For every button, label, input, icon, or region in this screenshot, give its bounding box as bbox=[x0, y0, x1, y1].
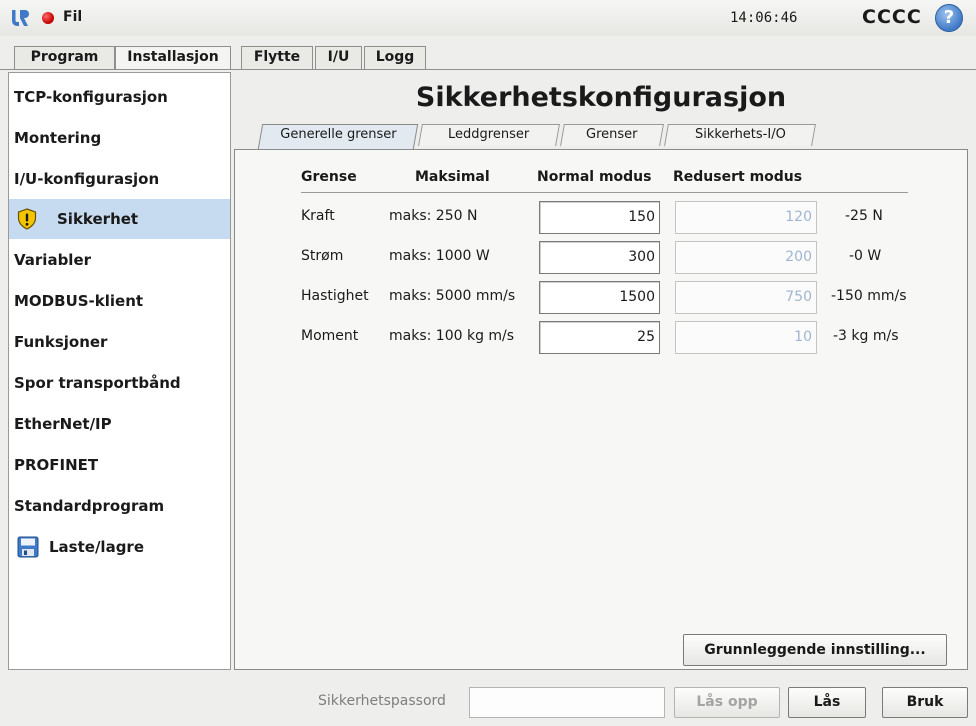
tab-label: Grenser bbox=[586, 127, 638, 142]
power-reduced-input[interactable]: 200 bbox=[675, 241, 817, 274]
force-reduced-input[interactable]: 120 bbox=[675, 201, 817, 234]
power-delta: -0 W bbox=[849, 248, 882, 264]
sidebar-item-label: Variabler bbox=[14, 251, 92, 269]
column-header-normal: Normal modus bbox=[537, 169, 652, 185]
sidebar-item-label: Spor transportbånd bbox=[14, 374, 181, 392]
column-header-reduced: Redusert modus bbox=[673, 169, 803, 185]
tab-leddgrenser[interactable]: Leddgrenser bbox=[418, 124, 560, 146]
file-menu[interactable]: Fil bbox=[63, 9, 82, 25]
robot-name: CCCC bbox=[862, 6, 922, 28]
momentum-reduced-input[interactable]: 10 bbox=[675, 321, 817, 354]
power-normal-input[interactable]: 300 bbox=[539, 241, 660, 274]
sidebar-item-laste-lagre[interactable]: Laste/lagre bbox=[9, 527, 230, 567]
sidebar-item-ethernet-ip[interactable]: EtherNet/IP bbox=[9, 404, 230, 444]
sidebar-item-label: I/U-konfigurasjon bbox=[14, 170, 160, 188]
ur-logo-icon bbox=[12, 10, 29, 26]
sub-tabs: Generelle grenser Leddgrenser Grenser Si… bbox=[234, 124, 968, 149]
column-header-limit: Grense bbox=[301, 169, 357, 185]
tab-label: Generelle grenser bbox=[280, 127, 397, 142]
tab-label: Sikkerhets-I/O bbox=[694, 127, 786, 142]
speed-reduced-input[interactable]: 750 bbox=[675, 281, 817, 314]
force-delta: -25 N bbox=[845, 208, 883, 224]
sidebar-item-label: EtherNet/IP bbox=[14, 415, 112, 433]
row-name-power: Strøm bbox=[301, 248, 344, 264]
tab-program[interactable]: Program bbox=[14, 46, 115, 69]
sidebar-item-standardprogram[interactable]: Standardprogram bbox=[9, 486, 230, 526]
sidebar-item-label: Montering bbox=[14, 129, 102, 147]
top-bar: Fil 14:06:46 CCCC ? bbox=[0, 0, 976, 36]
apply-button[interactable]: Bruk bbox=[882, 687, 968, 718]
tab-label: Leddgrenser bbox=[448, 127, 530, 142]
unlock-button[interactable]: Lås opp bbox=[674, 687, 780, 718]
lock-button[interactable]: Lås bbox=[788, 687, 866, 718]
row-max-speed: maks: 5000 mm/s bbox=[389, 288, 516, 304]
sidebar: TCP-konfigurasjon Montering I/U-konfigur… bbox=[8, 72, 231, 670]
sidebar-item-label: Standardprogram bbox=[14, 497, 165, 515]
row-name-force: Kraft bbox=[301, 208, 335, 224]
sidebar-item-label: TCP-konfigurasjon bbox=[14, 88, 168, 106]
clock: 14:06:46 bbox=[730, 10, 798, 26]
sidebar-item-label: MODBUS-klient bbox=[14, 292, 144, 310]
limits-panel: Grense Maksimal Normal modus Redusert mo… bbox=[234, 149, 968, 670]
tab-generelle-grenser[interactable]: Generelle grenser bbox=[257, 124, 419, 149]
main-tabs: Program Installasjon Flytte I/U Logg bbox=[0, 46, 976, 70]
row-name-speed: Hastighet bbox=[301, 288, 369, 304]
column-header-max: Maksimal bbox=[415, 169, 490, 185]
sidebar-item-profinet[interactable]: PROFINET bbox=[9, 445, 230, 485]
sidebar-item-funksjoner[interactable]: Funksjoner bbox=[9, 322, 230, 362]
speed-normal-input[interactable]: 1500 bbox=[539, 281, 660, 314]
red-status-dot-icon[interactable] bbox=[42, 12, 54, 24]
sidebar-item-variabler[interactable]: Variabler bbox=[9, 240, 230, 280]
row-max-momentum: maks: 100 kg m/s bbox=[389, 328, 515, 344]
header-divider bbox=[301, 192, 908, 193]
content-area: Sikkerhetskonfigurasjon Generelle grense… bbox=[234, 72, 968, 670]
row-max-force: maks: 250 N bbox=[389, 208, 478, 224]
sidebar-item-montering[interactable]: Montering bbox=[9, 118, 230, 158]
floppy-disk-icon bbox=[17, 536, 39, 558]
speed-delta: -150 mm/s bbox=[831, 288, 907, 304]
sidebar-item-tcp[interactable]: TCP-konfigurasjon bbox=[9, 77, 230, 117]
password-label: Sikkerhetspassord bbox=[318, 693, 446, 709]
tab-divider bbox=[0, 69, 976, 70]
row-name-momentum: Moment bbox=[301, 328, 359, 344]
tab-grenser[interactable]: Grenser bbox=[560, 124, 664, 146]
tab-installasjon[interactable]: Installasjon bbox=[115, 46, 231, 70]
row-max-power: maks: 1000 W bbox=[389, 248, 490, 264]
tab-sikkerhets-io[interactable]: Sikkerhets-I/O bbox=[664, 124, 816, 146]
force-normal-input[interactable]: 150 bbox=[539, 201, 660, 234]
sidebar-item-modbus[interactable]: MODBUS-klient bbox=[9, 281, 230, 321]
sidebar-item-iu-konfigurasjon[interactable]: I/U-konfigurasjon bbox=[9, 159, 230, 199]
momentum-normal-input[interactable]: 25 bbox=[539, 321, 660, 354]
password-input[interactable] bbox=[469, 687, 665, 718]
sidebar-item-label: PROFINET bbox=[14, 456, 99, 474]
sidebar-item-label: Funksjoner bbox=[14, 333, 108, 351]
warning-shield-icon bbox=[17, 208, 37, 230]
sidebar-item-transportband[interactable]: Spor transportbånd bbox=[9, 363, 230, 403]
tab-logg[interactable]: Logg bbox=[364, 46, 426, 69]
bottom-bar: Sikkerhetspassord Lås opp Lås Bruk bbox=[0, 678, 976, 726]
sidebar-item-label: Laste/lagre bbox=[49, 538, 145, 556]
help-icon[interactable]: ? bbox=[935, 4, 963, 32]
momentum-delta: -3 kg m/s bbox=[833, 328, 899, 344]
page-title: Sikkerhetskonfigurasjon bbox=[415, 82, 787, 113]
tab-iu[interactable]: I/U bbox=[315, 46, 362, 69]
sidebar-item-label: Sikkerhet bbox=[57, 210, 139, 228]
tab-flytte[interactable]: Flytte bbox=[241, 46, 313, 69]
basic-settings-button[interactable]: Grunnleggende innstilling... bbox=[683, 634, 947, 666]
sidebar-item-sikkerhet[interactable]: Sikkerhet bbox=[9, 199, 230, 239]
